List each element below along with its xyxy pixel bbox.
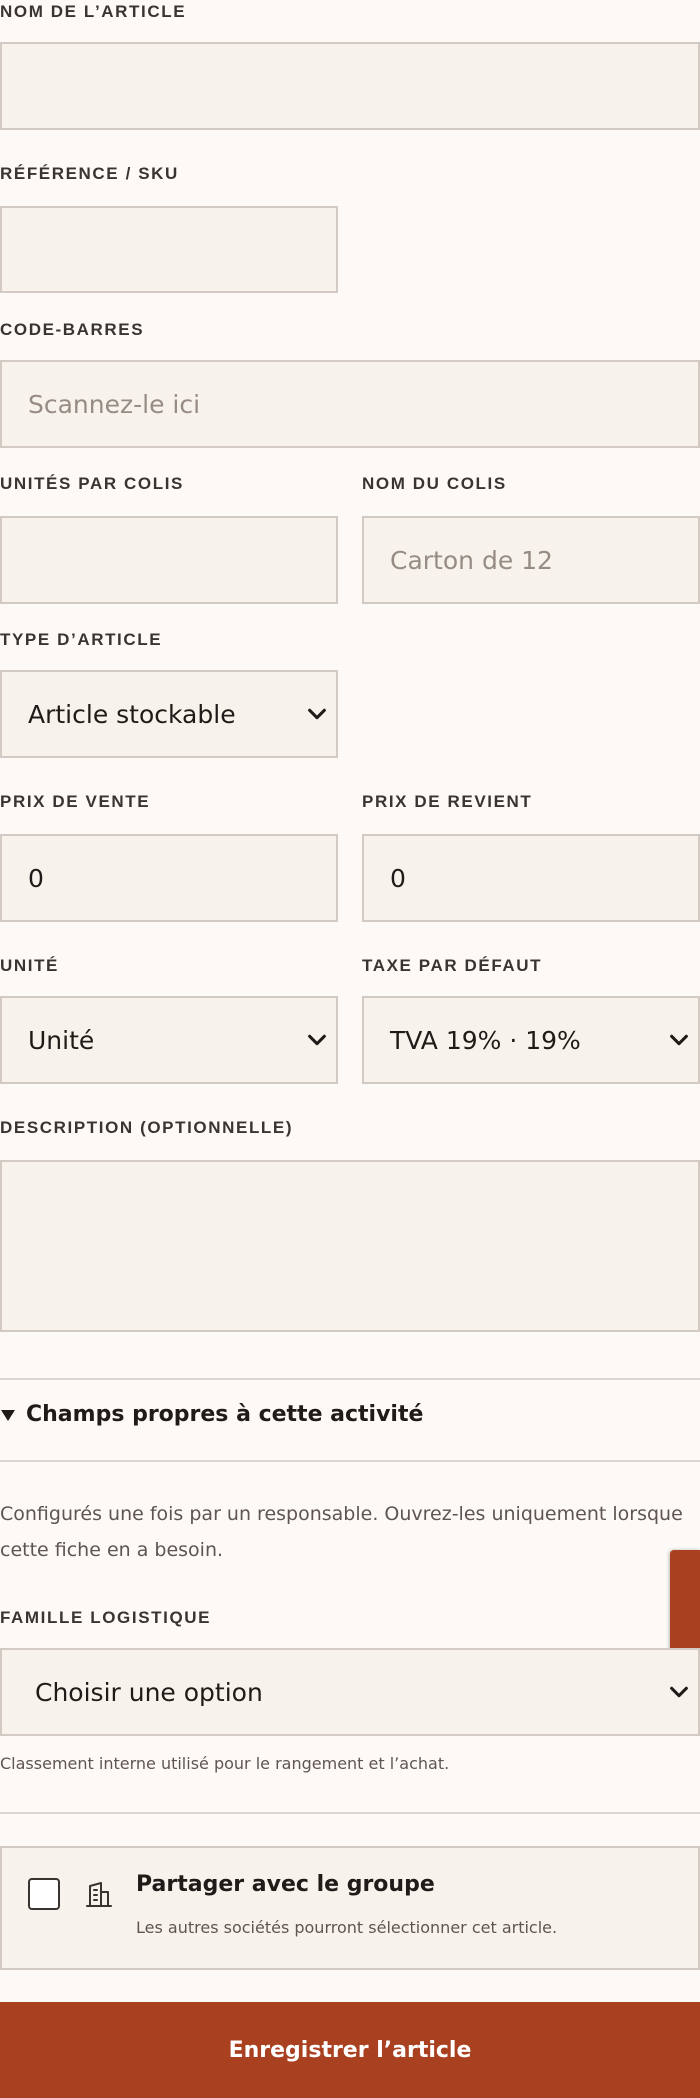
divider [0, 1378, 700, 1380]
family-hint: Classement interne utilisé pour le range… [0, 1754, 450, 1773]
share-title: Partager avec le groupe [136, 1872, 435, 1897]
tax-select-value: TVA 19% · 19% [390, 1025, 581, 1055]
sale-price-input[interactable] [0, 834, 338, 922]
save-button[interactable]: Enregistrer l’article [0, 2002, 700, 2098]
sku-input[interactable] [0, 206, 338, 293]
barcode-label: CODE-BARRES [0, 320, 145, 339]
unit-label: UNITÉ [0, 956, 59, 975]
divider [0, 1460, 700, 1462]
sku-label: RÉFÉRENCE / SKU [0, 164, 179, 183]
cost-price-label: PRIX DE REVIENT [362, 792, 533, 811]
custom-fields-summary[interactable]: Champs propres à cette activité [0, 1402, 423, 1427]
custom-fields-help: Configurés une fois par un responsable. … [0, 1503, 683, 1561]
pack-name-label: NOM DU COLIS [362, 474, 507, 493]
units-per-pack-label: UNITÉS PAR COLIS [0, 474, 184, 493]
triangle-down-icon [1, 1409, 15, 1421]
type-label: TYPE D’ARTICLE [0, 630, 163, 649]
chevron-down-icon [308, 708, 326, 720]
tax-select[interactable]: TVA 19% · 19% [362, 996, 700, 1084]
family-select[interactable]: Choisir une option [0, 1648, 700, 1736]
tax-label: TAXE PAR DÉFAUT [362, 956, 543, 975]
custom-fields-summary-label: Champs propres à cette activité [26, 1402, 424, 1427]
building-icon [86, 1882, 112, 1907]
unit-select[interactable]: Unité [0, 996, 338, 1084]
share-subtitle: Les autres sociétés pourront sélectionne… [136, 1918, 558, 1937]
family-label: FAMILLE LOGISTIQUE [0, 1608, 212, 1627]
unit-select-value: Unité [28, 1025, 95, 1055]
share-card[interactable]: Partager avec le groupe Les autres socié… [0, 1846, 700, 1970]
sale-price-label: PRIX DE VENTE [0, 792, 151, 811]
description-label: DESCRIPTION (OPTIONNELLE) [0, 1118, 294, 1137]
divider [0, 1812, 700, 1814]
chevron-down-icon [308, 1034, 326, 1046]
family-select-value: Choisir une option [35, 1677, 263, 1707]
type-select-value: Article stockable [28, 699, 236, 729]
units-per-pack-input[interactable] [0, 516, 338, 604]
description-textarea[interactable] [0, 1160, 700, 1332]
name-label: NOM DE L’ARTICLE [0, 2, 187, 21]
chevron-down-icon [670, 1686, 688, 1698]
barcode-input[interactable] [0, 360, 700, 448]
name-input[interactable] [0, 42, 700, 130]
chevron-down-icon [670, 1034, 688, 1046]
cost-price-input[interactable] [362, 834, 700, 922]
type-select[interactable]: Article stockable [0, 670, 338, 758]
pack-name-input[interactable] [362, 516, 700, 604]
side-panel-tab[interactable] [670, 1550, 700, 1658]
share-checkbox[interactable] [28, 1878, 60, 1910]
